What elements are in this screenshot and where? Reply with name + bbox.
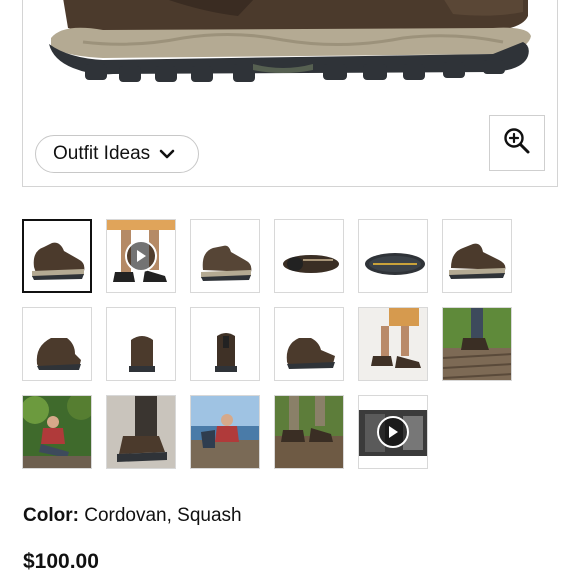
thumb-boot-side-left[interactable] (22, 219, 92, 293)
thumb-boot-side-alt[interactable] (442, 219, 512, 293)
price: $100.00 (23, 550, 99, 573)
thumb-boot-sole[interactable] (358, 219, 428, 293)
thumb-boot-top[interactable] (274, 219, 344, 293)
color-label: Color: (23, 505, 79, 526)
thumb-lifestyle-legs-rocks[interactable] (358, 307, 428, 381)
thumb-lifestyle-boot-closeup[interactable] (106, 395, 176, 469)
thumb-lifestyle-hiker-lake[interactable] (190, 395, 260, 469)
thumb-boot-angle[interactable] (22, 307, 92, 381)
main-product-image[interactable]: Outfit Ideas (22, 0, 558, 187)
thumb-boot-side-right[interactable] (190, 219, 260, 293)
thumb-lifestyle-hiker-forest[interactable] (22, 395, 92, 469)
outfit-ideas-label: Outfit Ideas (53, 143, 151, 164)
thumb-lifestyle-boardwalk[interactable] (442, 307, 512, 381)
color-value: Cordovan, Squash (84, 505, 242, 526)
chevron-down-icon (159, 148, 175, 160)
thumb-boot-back[interactable] (190, 307, 260, 381)
thumb-video-legs-walking[interactable] (106, 219, 176, 293)
thumb-lifestyle-trail-mud[interactable] (274, 395, 344, 469)
zoom-button[interactable] (489, 115, 545, 171)
play-icon (125, 240, 157, 272)
zoom-in-icon (502, 126, 532, 161)
outfit-ideas-button[interactable]: Outfit Ideas (35, 135, 199, 173)
thumb-boot-pair-angle[interactable] (274, 307, 344, 381)
play-icon (377, 416, 409, 448)
thumb-boot-front[interactable] (106, 307, 176, 381)
thumb-video-2[interactable] (358, 395, 428, 469)
color-selection: Color: Cordovan, Squash (23, 505, 242, 527)
